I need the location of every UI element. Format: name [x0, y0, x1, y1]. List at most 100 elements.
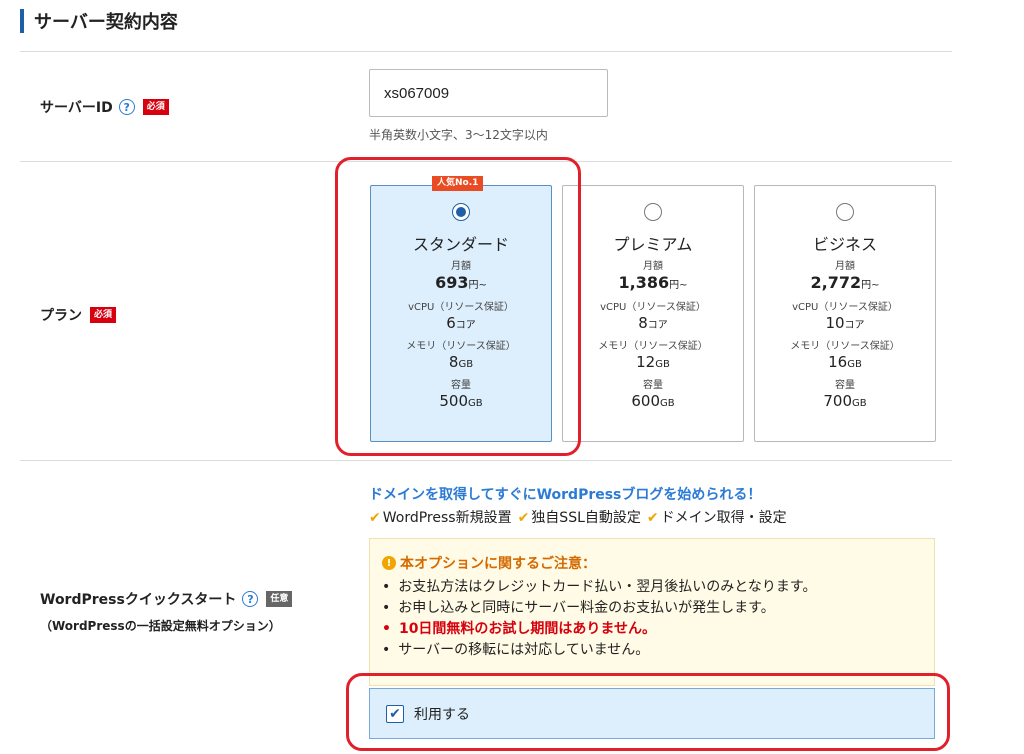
storage-value: 700GB	[755, 392, 935, 413]
server-id-label-group: サーバーID ? 必須	[40, 97, 169, 117]
optional-badge: 任意	[266, 591, 293, 607]
memory-value: 12GB	[563, 353, 743, 374]
vcpu-label: vCPU（リソース保証）	[792, 302, 898, 313]
notice-item: サーバーの移転には対応していません。	[382, 640, 922, 661]
use-checkbox[interactable]: ✔	[386, 704, 404, 723]
plan-card-business[interactable]: ビジネス 月額 2,772円~ vCPU（リソース保証） 10コア メモリ（リソ…	[754, 185, 936, 442]
storage-unit: GB	[852, 398, 867, 409]
monthly-label: 月額	[451, 261, 471, 272]
vcpu-label: vCPU（リソース保証）	[600, 302, 706, 313]
notice-box: ! 本オプションに関するご注意： お支払方法はクレジットカード払い・翌月後払いの…	[369, 538, 935, 686]
check-icon: ✔	[646, 510, 659, 526]
storage-unit: GB	[660, 398, 675, 409]
notice-item: お支払方法はクレジットカード払い・翌月後払いのみとなります。	[382, 577, 922, 598]
feature-text: 独自SSL自動設定	[531, 510, 641, 526]
notice-list: お支払方法はクレジットカード払い・翌月後払いのみとなります。 お申し込みと同時に…	[382, 577, 922, 661]
vcpu-value: 6コア	[371, 314, 551, 335]
server-id-hint: 半角英数小文字、3〜12文字以内	[369, 128, 548, 142]
divider	[20, 161, 952, 162]
notice-title-row: ! 本オプションに関するご注意：	[382, 553, 922, 573]
memory-label: メモリ（リソース保証）	[790, 341, 900, 352]
storage-number: 700	[823, 392, 853, 410]
memory-value: 16GB	[755, 353, 935, 374]
storage-label: 容量	[451, 380, 471, 391]
memory-number: 12	[636, 353, 656, 371]
plan-name: スタンダード	[412, 235, 509, 254]
price-unit: 円~	[468, 280, 487, 291]
feature-text: WordPress新規設置	[382, 510, 512, 526]
check-icon: ✔	[517, 510, 530, 526]
plan-radio[interactable]	[452, 203, 470, 221]
wordpress-headline: ドメインを取得してすぐにWordPressブログを始められる！	[369, 487, 762, 503]
plan-radio[interactable]	[836, 203, 854, 221]
plan-price: 693円~	[371, 273, 551, 296]
feature-item: ✔ WordPress新規設置	[369, 507, 512, 527]
storage-label: 容量	[643, 380, 663, 391]
notice-item: お申し込みと同時にサーバー料金のお支払いが発生します。	[382, 598, 922, 619]
price-unit: 円~	[861, 280, 880, 291]
price-value: 693	[435, 273, 469, 292]
price-value: 2,772	[810, 273, 862, 292]
popular-badge: 人気No.1	[432, 176, 484, 191]
vcpu-number: 8	[638, 314, 648, 332]
vcpu-unit: コア	[455, 320, 476, 331]
storage-unit: GB	[468, 398, 483, 409]
vcpu-value: 8コア	[563, 314, 743, 335]
wordpress-label-group: WordPressクイックスタート ? 任意 （WordPressの一括設定無料…	[40, 589, 293, 634]
feature-text: ドメイン取得・設定	[660, 510, 787, 526]
storage-value: 500GB	[371, 392, 551, 413]
vcpu-unit: コア	[647, 320, 668, 331]
storage-label: 容量	[835, 380, 855, 391]
warning-icon: !	[382, 556, 396, 570]
vcpu-label: vCPU（リソース保証）	[408, 302, 514, 313]
vcpu-number: 10	[825, 314, 845, 332]
required-badge: 必須	[142, 99, 169, 115]
server-id-input[interactable]	[369, 69, 608, 117]
storage-number: 500	[439, 392, 469, 410]
storage-value: 600GB	[563, 392, 743, 413]
price-value: 1,386	[618, 273, 670, 292]
use-option-box[interactable]: ✔ 利用する	[369, 688, 935, 739]
help-icon[interactable]: ?	[242, 591, 259, 607]
wordpress-sublabel: （WordPressの一括設定無料オプション）	[40, 619, 281, 633]
vcpu-unit: コア	[844, 320, 865, 331]
notice-item-important: 10日間無料のお試し期間はありません。	[382, 619, 922, 640]
vcpu-number: 6	[446, 314, 456, 332]
divider	[20, 51, 952, 52]
section-title-bar	[20, 9, 24, 33]
plan-price: 2,772円~	[755, 273, 935, 296]
use-label: 利用する	[414, 706, 470, 723]
storage-number: 600	[631, 392, 661, 410]
wordpress-features: ✔ WordPress新規設置 ✔ 独自SSL自動設定 ✔ ドメイン取得・設定	[369, 507, 793, 527]
wordpress-label: WordPressクイックスタート	[40, 592, 237, 608]
section-title-text: サーバー契約内容	[34, 12, 178, 33]
required-badge: 必須	[90, 307, 117, 323]
vcpu-value: 10コア	[755, 314, 935, 335]
feature-item: ✔ ドメイン取得・設定	[647, 507, 787, 527]
plan-card-standard[interactable]: スタンダード 月額 693円~ vCPU（リソース保証） 6コア メモリ（リソー…	[370, 185, 552, 442]
memory-value: 8GB	[371, 353, 551, 374]
plan-label-group: プラン 必須	[40, 305, 117, 325]
plan-radio[interactable]	[644, 203, 662, 221]
memory-number: 16	[828, 353, 848, 371]
notice-title: 本オプションに関するご注意：	[400, 556, 596, 572]
plan-name: プレミアム	[613, 235, 693, 254]
help-icon[interactable]: ?	[118, 99, 135, 115]
monthly-label: 月額	[643, 261, 663, 272]
plan-name: ビジネス	[812, 235, 877, 254]
divider	[20, 460, 952, 461]
memory-unit: GB	[458, 359, 474, 370]
price-unit: 円~	[669, 280, 688, 291]
server-id-label: サーバーID	[40, 100, 113, 116]
plan-price: 1,386円~	[563, 273, 743, 296]
section-title: サーバー契約内容	[20, 8, 178, 34]
memory-label: メモリ（リソース保証）	[598, 341, 708, 352]
plan-card-premium[interactable]: プレミアム 月額 1,386円~ vCPU（リソース保証） 8コア メモリ（リソ…	[562, 185, 744, 442]
memory-unit: GB	[655, 359, 670, 370]
memory-unit: GB	[847, 359, 862, 370]
check-icon: ✔	[369, 510, 381, 526]
plan-label: プラン	[40, 308, 82, 324]
feature-item: ✔ 独自SSL自動設定	[518, 507, 641, 527]
monthly-label: 月額	[835, 261, 855, 272]
memory-label: メモリ（リソース保証）	[406, 341, 516, 352]
